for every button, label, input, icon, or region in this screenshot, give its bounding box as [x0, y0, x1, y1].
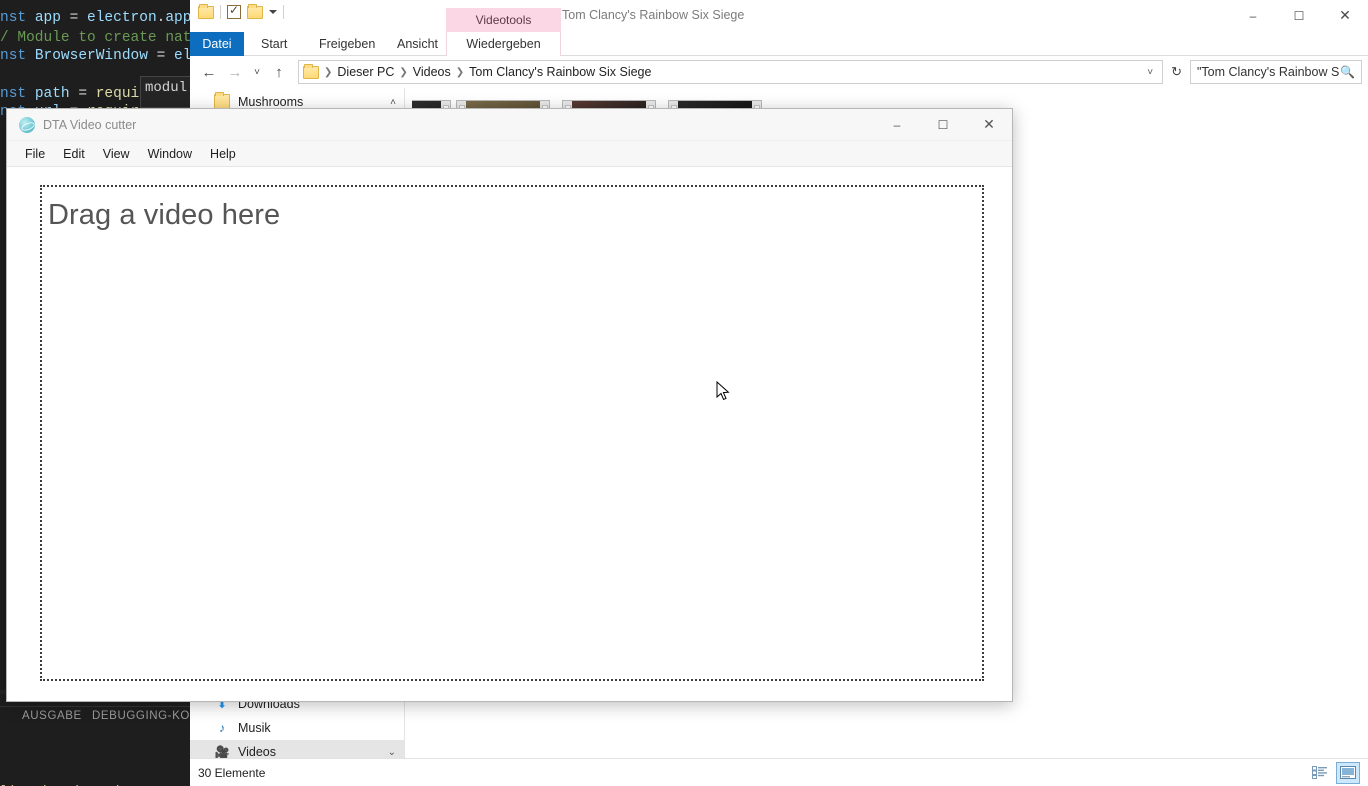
up-button[interactable]: ↑ — [266, 59, 292, 85]
dta-close-button[interactable]: ✕ — [966, 109, 1012, 140]
search-value: "Tom Clancy's Rainbow Six Si... — [1197, 65, 1340, 79]
view-mode-buttons — [1308, 761, 1360, 784]
sidebar-item-label: Videos — [238, 745, 276, 758]
folder-icon[interactable] — [198, 3, 214, 19]
dta-minimize-button[interactable]: – — [874, 109, 920, 140]
breadcrumb-separator-1: ❯ — [399, 66, 408, 78]
panel-tab-debug-console[interactable]: DEBUGGING-KO — [92, 710, 190, 722]
forward-button[interactable]: → — [222, 59, 248, 85]
dta-window-title: DTA Video cutter — [43, 117, 137, 132]
dta-content-area: Drag a video here — [7, 167, 1012, 701]
tab-datei[interactable]: Datei — [190, 32, 244, 56]
explorer-minimize-button[interactable]: – — [1230, 0, 1276, 31]
menu-item-edit[interactable]: Edit — [55, 144, 93, 164]
dta-video-cutter-window: DTA Video cutter – ☐ ✕ File Edit View Wi… — [6, 108, 1013, 702]
breadcrumb-separator-0: ❯ — [324, 66, 333, 78]
tab-start[interactable]: Start — [250, 32, 298, 56]
back-button[interactable]: ← — [196, 59, 222, 85]
breadcrumb[interactable]: ❯ Dieser PC ❯ Videos ❯ Tom Clancy's Rain… — [298, 60, 1164, 84]
explorer-window-controls: – ☐ ✕ — [1230, 0, 1368, 31]
refresh-button[interactable]: ↻ — [1167, 64, 1186, 80]
dta-maximize-button[interactable]: ☐ — [920, 109, 966, 140]
breadcrumb-item-dieser-pc[interactable]: Dieser PC — [333, 65, 398, 79]
code-line-3: nst BrowserWindow = elec — [0, 48, 200, 64]
explorer-title-bar[interactable]: Tom Clancy's Rainbow Six Siege – ☐ ✕ — [190, 0, 1368, 32]
breadcrumb-separator-2: ❯ — [455, 66, 465, 78]
explorer-maximize-button[interactable]: ☐ — [1276, 0, 1322, 31]
new-folder-icon[interactable] — [247, 3, 263, 19]
properties-checkbox-icon[interactable] — [227, 3, 241, 19]
chevron-up-icon[interactable]: ˄ — [390, 97, 396, 108]
video-icon: 🎥 — [214, 745, 230, 758]
address-bar: ← → ˅ ↑ ❯ Dieser PC ❯ Videos ❯ Tom Clanc… — [190, 56, 1368, 88]
explorer-title: Tom Clancy's Rainbow Six Siege — [562, 8, 745, 22]
large-icons-view-icon[interactable] — [1336, 761, 1360, 784]
tab-freigeben[interactable]: Freigeben — [308, 32, 386, 56]
sidebar-item-musik[interactable]: ♪ Musik — [190, 716, 404, 740]
terminal-line-1: lication icon is not set, — [0, 782, 200, 786]
sidebar-item-label: Musik — [238, 721, 271, 735]
item-count-label: 30 Elemente — [198, 765, 266, 780]
electron-app-icon — [19, 116, 35, 133]
search-input[interactable]: "Tom Clancy's Rainbow Six Si... 🔍 — [1190, 60, 1362, 84]
vscode-terminal-output: lication icon is not set, NSIS installer… — [0, 740, 200, 786]
dta-title-bar[interactable]: DTA Video cutter – ☐ ✕ — [7, 109, 1012, 141]
breadcrumb-folder-icon — [303, 63, 319, 79]
toolbar-separator-2 — [283, 5, 284, 19]
details-view-icon[interactable] — [1308, 762, 1332, 784]
menu-item-view[interactable]: View — [95, 144, 138, 164]
video-dropzone[interactable]: Drag a video here — [40, 185, 984, 681]
tab-wiedergeben[interactable]: Wiedergeben — [446, 32, 561, 56]
music-note-icon: ♪ — [219, 721, 225, 735]
panel-tab-output[interactable]: AUSGABE — [22, 710, 82, 722]
search-icon[interactable]: 🔍 — [1340, 65, 1355, 79]
chevron-down-icon[interactable]: ⌄ — [388, 747, 396, 758]
menu-item-help[interactable]: Help — [202, 144, 244, 164]
address-right-controls: ˅ — [1142, 67, 1158, 78]
toolbar-separator-1 — [220, 5, 221, 19]
mouse-cursor — [716, 381, 730, 401]
sidebar-item-videos[interactable]: 🎥 Videos ⌄ — [190, 740, 404, 758]
explorer-close-button[interactable]: ✕ — [1322, 0, 1368, 31]
context-group-videotools: Videotools — [446, 8, 561, 32]
address-dropdown-icon[interactable]: ˅ — [1142, 67, 1158, 78]
suggestion-text: modul — [145, 80, 188, 96]
menu-item-window[interactable]: Window — [140, 144, 200, 164]
breadcrumb-item-videos[interactable]: Videos — [409, 65, 455, 79]
chevron-down-icon[interactable] — [269, 10, 277, 14]
dta-menu-bar: File Edit View Window Help — [7, 141, 1012, 167]
ribbon-tab-strip: Datei Start Freigeben Ansicht Videotools… — [190, 8, 1368, 86]
tab-ansicht[interactable]: Ansicht — [386, 32, 449, 56]
dta-window-controls: – ☐ ✕ — [874, 109, 1012, 140]
nav-item-label: Mushrooms — [238, 95, 304, 109]
dropzone-label: Drag a video here — [48, 199, 281, 231]
status-bar: 30 Elemente — [190, 758, 1368, 786]
screen-root: " nst app = electron.app / Module to cre… — [0, 0, 1368, 786]
recent-locations-button[interactable]: ˅ — [248, 59, 266, 85]
breadcrumb-item-current[interactable]: Tom Clancy's Rainbow Six Siege — [465, 65, 655, 79]
quick-access-toolbar — [198, 3, 284, 19]
menu-item-file[interactable]: File — [17, 144, 53, 164]
